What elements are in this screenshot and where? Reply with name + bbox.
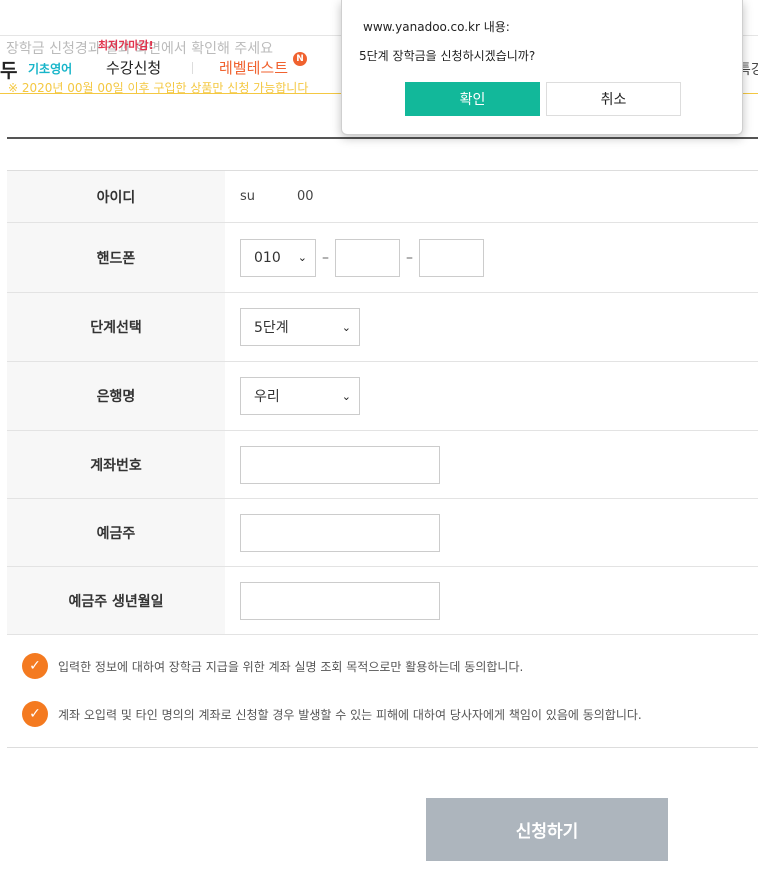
chevron-down-icon: ⌄ [297, 251, 307, 264]
chevron-down-icon: ⌄ [341, 320, 351, 334]
phone-last-input[interactable] [419, 238, 484, 277]
account-label: 계좌번호 [7, 431, 225, 498]
nav-divider [192, 62, 193, 74]
confirm-button[interactable]: 확인 [405, 82, 540, 116]
holder-label: 예금주 [7, 499, 225, 566]
bank-label: 은행명 [7, 362, 225, 430]
step-select-value: 5단계 [254, 320, 289, 336]
dialog-message: 5단계 장학금을 신청하시겠습니까? [359, 49, 536, 63]
nav-item-course[interactable]: 수강신청 [106, 57, 161, 78]
agreement-2[interactable]: ✓ 계좌 오입력 및 타인 명의의 계좌로 신청할 경우 발생할 수 있는 피해… [22, 701, 642, 727]
scholarship-form: 아이디 su 00 핸드폰 010 ⌄ – – 단계선택 5단계 ⌄ 은행명 우… [7, 170, 758, 635]
bank-select[interactable]: 우리 ⌄ [240, 377, 360, 415]
phone-prefix-value: 010 [254, 249, 281, 266]
form-row-holder-birth: 예금주 생년월일 [7, 567, 758, 635]
form-row-account: 계좌번호 [7, 431, 758, 499]
agreement-1-text: 입력한 정보에 대하여 장학금 지급을 위한 계좌 실명 조회 목적으로만 활용… [58, 659, 524, 674]
bank-select-value: 우리 [254, 389, 280, 405]
phone-label: 핸드폰 [7, 223, 225, 292]
step-select[interactable]: 5단계 ⌄ [240, 308, 360, 346]
logo-subtitle[interactable]: 기초영어 [28, 60, 72, 77]
form-row-id: 아이디 su 00 [7, 171, 758, 223]
account-number-input[interactable] [240, 445, 440, 484]
section-divider [7, 137, 758, 139]
phone-dash: – [322, 249, 329, 266]
cancel-button[interactable]: 취소 [546, 82, 681, 116]
chevron-down-icon: ⌄ [341, 389, 351, 403]
promo-badge: 최저가마감! [98, 39, 154, 52]
id-label: 아이디 [7, 171, 225, 222]
agreement-2-text: 계좌 오입력 및 타인 명의의 계좌로 신청할 경우 발생할 수 있는 피해에 … [58, 707, 642, 722]
step-label: 단계선택 [7, 293, 225, 361]
id-value-end: 00 [297, 189, 314, 204]
check-circle-icon[interactable]: ✓ [22, 653, 48, 679]
phone-dash: – [406, 249, 413, 266]
dialog-origin: www.yanadoo.co.kr 내용: [363, 20, 510, 34]
phone-prefix-select[interactable]: 010 ⌄ [240, 238, 316, 277]
form-row-phone: 핸드폰 010 ⌄ – – [7, 223, 758, 293]
nav-item-level-test[interactable]: 레벨테스트 [219, 57, 288, 78]
agreement-1[interactable]: ✓ 입력한 정보에 대하여 장학금 지급을 위한 계좌 실명 조회 목적으로만 … [22, 653, 523, 679]
holder-birth-label: 예금주 생년월일 [7, 567, 225, 634]
check-circle-icon[interactable]: ✓ [22, 701, 48, 727]
holder-birth-input[interactable] [240, 581, 440, 620]
form-row-holder: 예금주 [7, 499, 758, 567]
confirm-dialog: www.yanadoo.co.kr 내용: 5단계 장학금을 신청하시겠습니까?… [341, 0, 743, 135]
phone-middle-input[interactable] [335, 238, 400, 277]
id-value-start: su [240, 189, 256, 204]
apply-button[interactable]: 신청하기 [426, 798, 668, 861]
agreement-divider [7, 747, 758, 748]
account-holder-input[interactable] [240, 513, 440, 552]
form-row-step: 단계선택 5단계 ⌄ [7, 293, 758, 362]
form-row-bank: 은행명 우리 ⌄ [7, 362, 758, 431]
new-badge-icon: N [293, 52, 307, 66]
